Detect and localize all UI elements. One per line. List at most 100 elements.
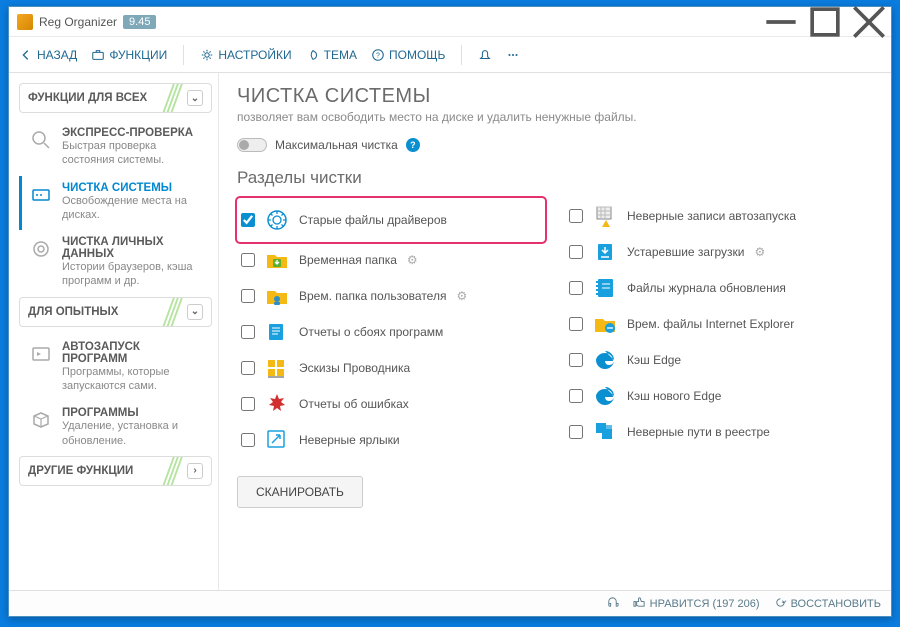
gear-icon[interactable]: ⚙ [407, 253, 418, 267]
help-badge-icon[interactable]: ? [406, 138, 420, 152]
clean-item-old-drivers[interactable]: Старые файлы драйверов [237, 198, 545, 242]
gear-icon[interactable]: ⚙ [754, 245, 765, 259]
minimize-button[interactable] [759, 7, 803, 37]
settings-label: НАСТРОЙКИ [218, 48, 291, 62]
download-icon [591, 238, 619, 266]
body-area: ФУНКЦИИ ДЛЯ ВСЕХ ⌄ ЭКСПРЕСС-ПРОВЕРКА Быс… [9, 73, 891, 590]
sidebar-item-privacy[interactable]: ЧИСТКА ЛИЧНЫХ ДАННЫХ Истории браузеров, … [19, 230, 212, 297]
sidebar-item-programs[interactable]: ПРОГРАММЫ Удаление, установка и обновлен… [19, 401, 212, 456]
clean-item-shortcuts[interactable]: Неверные ярлыки [237, 422, 545, 458]
scan-button[interactable]: СКАНИРОВАТЬ [237, 476, 363, 508]
max-clean-toggle[interactable] [237, 138, 267, 152]
checkbox-edge[interactable] [569, 353, 583, 367]
bell-icon [478, 48, 492, 62]
express-desc: Быстрая проверка состояния системы. [62, 139, 208, 168]
checkbox-old-drivers[interactable] [241, 213, 255, 227]
clean-item-temp[interactable]: Временная папка ⚙ [237, 242, 545, 278]
help-label: ПОМОЩЬ [389, 48, 445, 62]
sidebar-item-express[interactable]: ЭКСПРЕСС-ПРОВЕРКА Быстрая проверка состо… [19, 121, 212, 176]
restore-button[interactable]: ВОССТАНОВИТЬ [774, 596, 881, 612]
svg-text:?: ? [376, 52, 380, 59]
toolbox-icon [91, 48, 105, 62]
checkbox-newedge[interactable] [569, 389, 583, 403]
dots-icon [506, 48, 520, 62]
like-button[interactable]: НРАВИТСЯ (197 206) [633, 596, 760, 612]
clean-item-updatelog[interactable]: Файлы журнала обновления [565, 270, 873, 306]
support-button[interactable] [606, 596, 619, 612]
label-edge: Кэш Edge [627, 353, 681, 367]
label-regpaths: Неверные пути в реестре [627, 425, 770, 439]
clean-item-autorun[interactable]: ! Неверные записи автозапуска [565, 198, 873, 234]
section-header-other[interactable]: ДРУГИЕ ФУНКЦИИ › [19, 456, 212, 486]
box-icon [28, 407, 54, 433]
clean-item-thumbs[interactable]: Эскизы Проводника [237, 350, 545, 386]
gear-icon [200, 48, 214, 62]
label-olddownloads: Устаревшие загрузки [627, 245, 744, 259]
app-window: Reg Organizer 9.45 НАЗАД ФУНКЦИИ НАСТРОЙ… [8, 6, 892, 617]
section-header-expert[interactable]: ДЛЯ ОПЫТНЫХ ⌄ [19, 297, 212, 327]
label-shortcuts: Неверные ярлыки [299, 433, 400, 447]
section-expert-label: ДЛЯ ОПЫТНЫХ [28, 306, 118, 318]
functions-menu[interactable]: ФУНКЦИИ [91, 48, 167, 62]
label-newedge: Кэш нового Edge [627, 389, 721, 403]
help-menu[interactable]: ? ПОМОЩЬ [371, 48, 445, 62]
checkbox-temp[interactable] [241, 253, 255, 267]
autostart-title: АВТОЗАПУСК ПРОГРАММ [62, 341, 208, 365]
label-errors: Отчеты об ошибках [299, 397, 409, 411]
checkbox-shortcuts[interactable] [241, 433, 255, 447]
gear-icon[interactable]: ⚙ [456, 289, 467, 303]
maximize-button[interactable] [803, 7, 847, 37]
burst-icon [263, 390, 291, 418]
functions-label: ФУНКЦИИ [109, 48, 167, 62]
system-clean-title: ЧИСТКА СИСТЕМЫ [62, 182, 208, 194]
checkbox-updatelog[interactable] [569, 281, 583, 295]
theme-menu[interactable]: ТЕМА [306, 48, 357, 62]
restore-icon [774, 596, 787, 612]
checkbox-thumbs[interactable] [241, 361, 255, 375]
more-button[interactable] [506, 48, 520, 62]
clean-item-errors[interactable]: Отчеты об ошибках [237, 386, 545, 422]
checkbox-regpaths[interactable] [569, 425, 583, 439]
clean-item-ietemp[interactable]: Врем. файлы Internet Explorer [565, 306, 873, 342]
chevron-down-icon: ⌄ [187, 304, 203, 320]
section-other-label: ДРУГИЕ ФУНКЦИИ [28, 465, 133, 477]
folder-user-icon [263, 282, 291, 310]
checkbox-olddownloads[interactable] [569, 245, 583, 259]
clean-item-regpaths[interactable]: Неверные пути в реестре [565, 414, 873, 450]
sidebar-item-autostart[interactable]: АВТОЗАПУСК ПРОГРАММ Программы, которые з… [19, 335, 212, 402]
restore-label: ВОССТАНОВИТЬ [791, 598, 881, 610]
shortcut-icon [263, 426, 291, 454]
notifications-button[interactable] [478, 48, 492, 62]
driver-gear-icon [263, 206, 291, 234]
sidebar-item-system-clean[interactable]: ЧИСТКА СИСТЕМЫ Освобождение места на дис… [19, 176, 212, 231]
clean-item-crash[interactable]: Отчеты о сбоях программ [237, 314, 545, 350]
help-icon: ? [371, 48, 385, 62]
checkbox-crash[interactable] [241, 325, 255, 339]
close-button[interactable] [847, 7, 891, 37]
disk-icon [28, 182, 54, 208]
toolbar: НАЗАД ФУНКЦИИ НАСТРОЙКИ ТЕМА ? ПОМОЩЬ [9, 37, 891, 73]
statusbar: НРАВИТСЯ (197 206) ВОССТАНОВИТЬ [9, 590, 891, 616]
clean-item-edge[interactable]: Кэш Edge [565, 342, 873, 378]
max-clean-label: Максимальная чистка [275, 138, 398, 152]
clean-item-newedge[interactable]: Кэш нового Edge [565, 378, 873, 414]
app-title: Reg Organizer [39, 15, 117, 29]
checkbox-errors[interactable] [241, 397, 255, 411]
thumbs-icon [263, 354, 291, 382]
clean-item-olddownloads[interactable]: Устаревшие загрузки ⚙ [565, 234, 873, 270]
settings-menu[interactable]: НАСТРОЙКИ [200, 48, 291, 62]
back-button[interactable]: НАЗАД [19, 48, 77, 62]
autostart-icon [28, 341, 54, 367]
report-icon [263, 318, 291, 346]
clean-item-usertemp[interactable]: Врем. папка пользователя ⚙ [237, 278, 545, 314]
privacy-icon [28, 236, 54, 262]
checkbox-usertemp[interactable] [241, 289, 255, 303]
flag-warn-icon: ! [591, 202, 619, 230]
registry-icon [591, 418, 619, 446]
chevron-down-icon: ⌄ [187, 90, 203, 106]
section-header-all[interactable]: ФУНКЦИИ ДЛЯ ВСЕХ ⌄ [19, 83, 212, 113]
checkbox-autorun[interactable] [569, 209, 583, 223]
app-icon [17, 14, 33, 30]
checkbox-ietemp[interactable] [569, 317, 583, 331]
ie-folder-icon [591, 310, 619, 338]
